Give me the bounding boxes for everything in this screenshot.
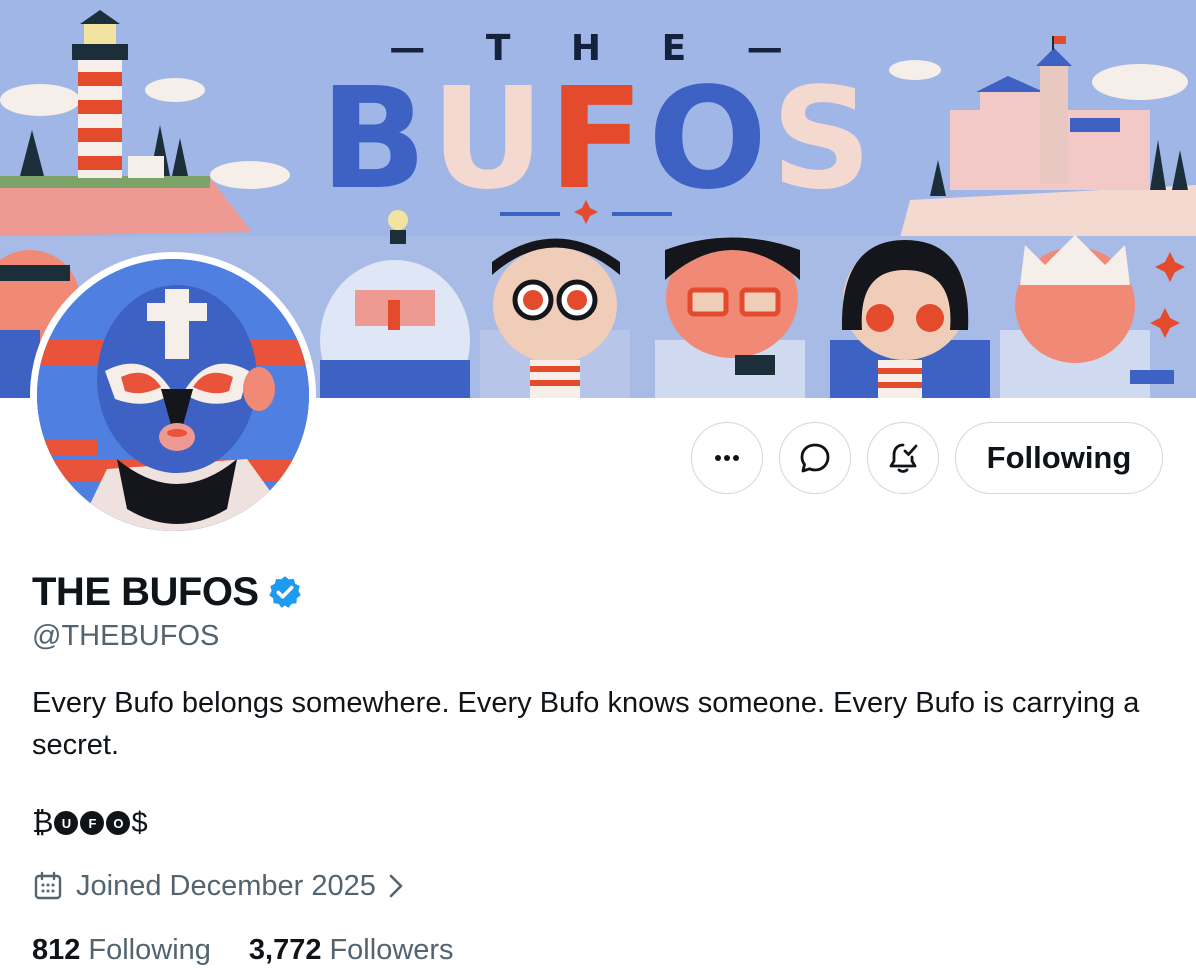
token-letter-o: O — [106, 811, 131, 835]
display-name: THE BUFOS — [32, 569, 259, 614]
notifications-button[interactable] — [867, 422, 939, 494]
joined-date-text: Joined December 2025 — [76, 869, 376, 902]
banner-letter-u: U — [430, 58, 549, 221]
profile-handle: @THEBUFOS — [32, 620, 220, 652]
joined-date-row[interactable]: Joined December 2025 — [32, 866, 408, 906]
verified-badge-icon[interactable] — [267, 574, 303, 610]
following-count: 812 — [32, 933, 81, 966]
bell-check-icon — [889, 443, 918, 473]
banner-letter-s: S — [771, 58, 876, 221]
following-button[interactable]: Following — [955, 422, 1163, 494]
token-letter-u: U — [54, 811, 79, 835]
message-bubble-icon — [800, 443, 830, 473]
following-count-link[interactable]: 812 Following — [32, 934, 211, 967]
banner-letter-b: B — [320, 58, 431, 221]
profile-bio: Every Bufo belongs somewhere. Every Bufo… — [32, 687, 1140, 761]
avatar-illustration — [37, 259, 309, 531]
token-prefix: ₿ — [32, 806, 54, 839]
chevron-right-icon — [389, 874, 403, 898]
token-suffix: $ — [131, 806, 148, 839]
followers-count: 3,772 — [248, 933, 322, 966]
banner-letter-o: O — [648, 58, 772, 221]
following-label: Following — [88, 933, 211, 966]
bio-token-line: ₿ U F O $ — [32, 806, 148, 840]
banner-letter-f: F — [548, 58, 649, 221]
more-horizontal-icon — [715, 455, 739, 461]
profile-name-row: THE BUFOS — [32, 568, 303, 616]
message-button[interactable] — [779, 422, 851, 494]
followers-label: Followers — [329, 933, 454, 966]
profile-avatar[interactable] — [30, 252, 316, 538]
token-letter-f: F — [80, 811, 105, 835]
calendar-icon — [34, 871, 62, 900]
followers-count-link[interactable]: 3,772 Followers — [249, 934, 454, 967]
follow-stats: 812 Following 3,772 Followers — [32, 930, 492, 970]
more-options-button[interactable] — [691, 422, 763, 494]
banner-title: BUFOS — [0, 70, 1196, 210]
